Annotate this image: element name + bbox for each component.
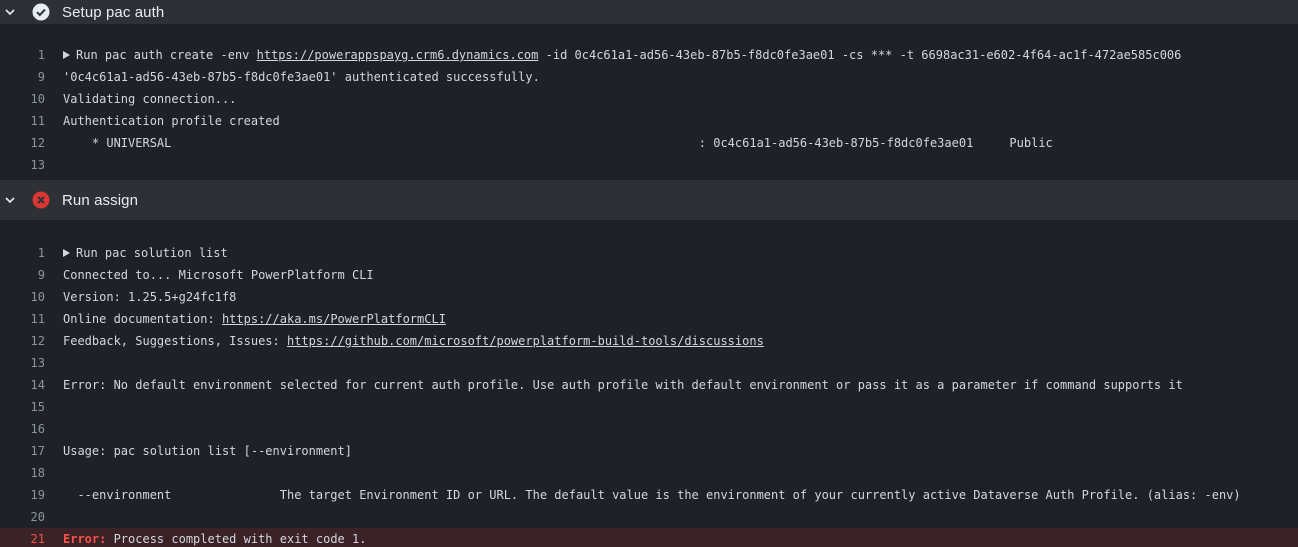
line-number[interactable]: 12 — [0, 136, 63, 150]
line-number[interactable]: 21 — [0, 532, 63, 546]
line-number[interactable]: 14 — [0, 378, 63, 392]
line-number[interactable]: 10 — [0, 92, 63, 106]
log-text: Online documentation: — [63, 312, 222, 326]
log-text: Version: 1.25.5+g24fc1f8 — [63, 290, 237, 304]
log-text: Run pac solution list — [76, 246, 228, 260]
log-link[interactable]: https://aka.ms/PowerPlatformCLI — [222, 312, 446, 326]
x-circle-icon — [32, 191, 50, 209]
log-line[interactable]: 16 — [0, 418, 1298, 440]
line-number[interactable]: 12 — [0, 334, 63, 348]
log-line[interactable]: 12 * UNIVERSAL : 0c4c61a1-ad56-43eb-87b5… — [0, 132, 1298, 154]
log-line[interactable]: 20 — [0, 506, 1298, 528]
log-text: Usage: pac solution list [--environment] — [63, 444, 352, 458]
log-line[interactable]: 15 — [0, 396, 1298, 418]
log-line[interactable]: 10 Version: 1.25.5+g24fc1f8 — [0, 286, 1298, 308]
error-label: Error: — [63, 532, 107, 546]
log-text: Run pac auth create -env — [76, 48, 257, 62]
log-text: '0c4c61a1-ad56-43eb-87b5-f8dc0fe3ae01' a… — [63, 70, 540, 84]
line-number[interactable]: 13 — [0, 356, 63, 370]
log-line[interactable]: 17 Usage: pac solution list [--environme… — [0, 440, 1298, 462]
log-line[interactable]: 18 — [0, 462, 1298, 484]
log-line[interactable]: 9 Connected to... Microsoft PowerPlatfor… — [0, 264, 1298, 286]
log-line[interactable]: 13 — [0, 352, 1298, 374]
log-line[interactable]: 11 Online documentation: https://aka.ms/… — [0, 308, 1298, 330]
log-text: Feedback, Suggestions, Issues: — [63, 334, 287, 348]
log-text: Error: No default environment selected f… — [63, 378, 1183, 392]
log-text: Connected to... Microsoft PowerPlatform … — [63, 268, 374, 282]
expand-triangle-icon[interactable] — [63, 51, 70, 59]
log-line[interactable]: 10 Validating connection... — [0, 88, 1298, 110]
log-text: * UNIVERSAL : 0c4c61a1-ad56-43eb-87b5-f8… — [63, 136, 1053, 150]
line-number[interactable]: 15 — [0, 400, 63, 414]
chevron-down-icon[interactable] — [4, 6, 16, 18]
log-line[interactable]: 1 Run pac solution list — [0, 242, 1298, 264]
line-number[interactable]: 18 — [0, 466, 63, 480]
log-line[interactable]: 1 Run pac auth create -env https://power… — [0, 44, 1298, 66]
check-circle-icon — [32, 3, 50, 21]
line-number[interactable]: 9 — [0, 268, 63, 282]
line-number[interactable]: 16 — [0, 422, 63, 436]
log-text: Process completed with exit code 1. — [106, 532, 367, 546]
log-link[interactable]: https://powerappspayg.crm6.dynamics.com — [257, 48, 539, 62]
log-line[interactable]: 13 — [0, 154, 1298, 176]
step-header-setup-pac-auth[interactable]: Setup pac auth — [0, 0, 1298, 24]
log-line[interactable]: 12 Feedback, Suggestions, Issues: https:… — [0, 330, 1298, 352]
line-number[interactable]: 20 — [0, 510, 63, 524]
step-log-run-assign: 1 Run pac solution list 9 Connected to..… — [0, 220, 1298, 547]
step-header-run-assign[interactable]: Run assign — [0, 180, 1298, 220]
log-text: Authentication profile created — [63, 114, 280, 128]
step-title: Setup pac auth — [62, 3, 165, 21]
line-number[interactable]: 10 — [0, 290, 63, 304]
log-line[interactable]: 11 Authentication profile created — [0, 110, 1298, 132]
log-line[interactable]: 19 --environment The target Environment … — [0, 484, 1298, 506]
line-number[interactable]: 19 — [0, 488, 63, 502]
log-text: --environment The target Environment ID … — [63, 488, 1241, 502]
expand-triangle-icon[interactable] — [63, 249, 70, 257]
line-number[interactable]: 9 — [0, 70, 63, 84]
line-number[interactable]: 11 — [0, 312, 63, 326]
line-number[interactable]: 1 — [0, 246, 63, 260]
step-log-setup-pac-auth: 1 Run pac auth create -env https://power… — [0, 24, 1298, 180]
log-text: Validating connection... — [63, 92, 237, 106]
log-link[interactable]: https://github.com/microsoft/powerplatfo… — [287, 334, 764, 348]
line-number[interactable]: 13 — [0, 158, 63, 172]
log-text: -id 0c4c61a1-ad56-43eb-87b5-f8dc0fe3ae01… — [538, 48, 1182, 62]
step-title: Run assign — [62, 191, 139, 209]
chevron-down-icon[interactable] — [4, 194, 16, 206]
log-line[interactable]: 9 '0c4c61a1-ad56-43eb-87b5-f8dc0fe3ae01'… — [0, 66, 1298, 88]
line-number[interactable]: 11 — [0, 114, 63, 128]
log-line-error[interactable]: 21 Error: Process completed with exit co… — [0, 528, 1298, 547]
line-number[interactable]: 1 — [0, 48, 63, 62]
log-line[interactable]: 14 Error: No default environment selecte… — [0, 374, 1298, 396]
line-number[interactable]: 17 — [0, 444, 63, 458]
